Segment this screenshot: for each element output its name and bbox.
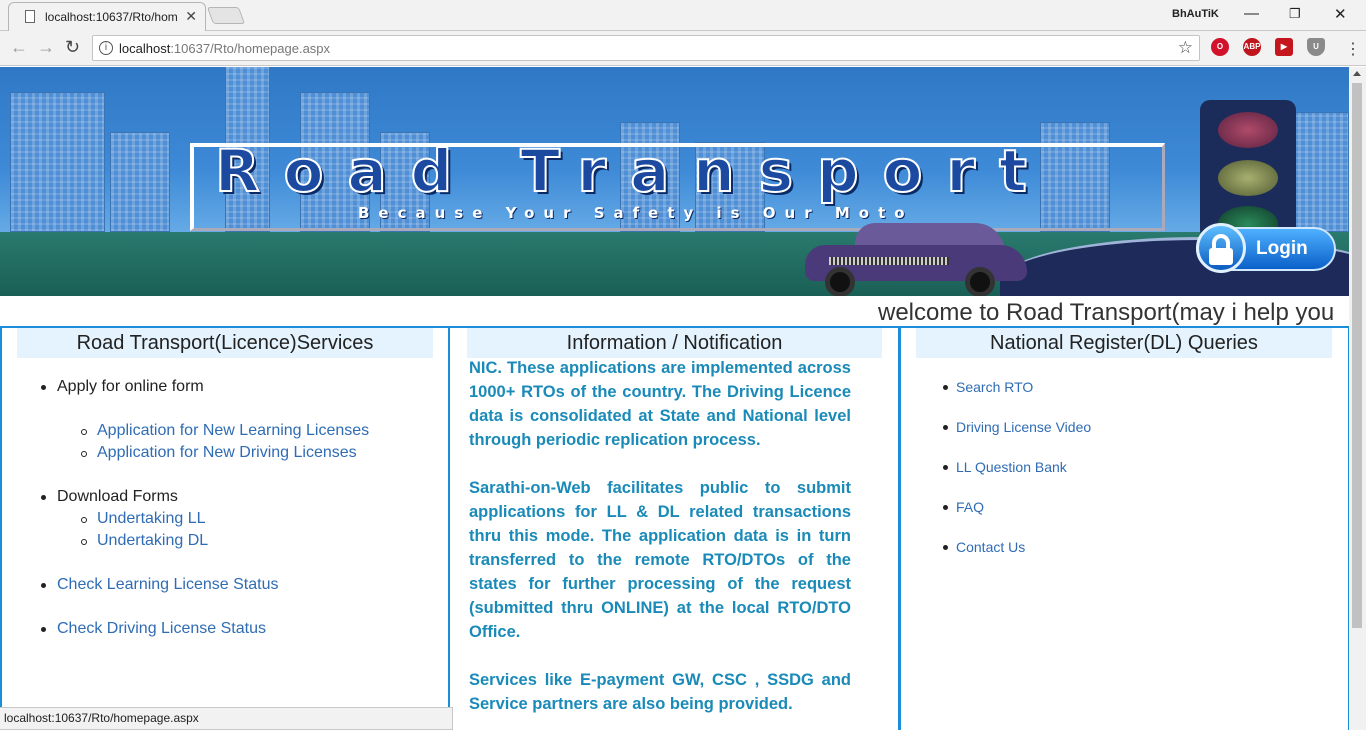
site-title: Road Transport [214, 136, 1051, 206]
bullet [81, 517, 87, 523]
reload-icon[interactable]: ↻ [65, 37, 80, 58]
notification-paragraph: NIC. These applications are implemented … [469, 359, 851, 449]
notification-heading: Information / Notification [467, 328, 882, 358]
close-window-icon[interactable]: ✕ [1334, 5, 1347, 23]
bullet [41, 583, 46, 588]
page-scrollbar[interactable] [1349, 67, 1366, 730]
bullet [41, 495, 46, 500]
new-learning-license-link[interactable]: Application for New Learning Licenses [97, 422, 369, 440]
scroll-up-icon[interactable] [1353, 71, 1361, 76]
page-icon [25, 10, 35, 23]
undertaking-dl-link[interactable]: Undertaking DL [97, 532, 208, 550]
notification-paragraph: Sarathi-on-Web facilitates public to sub… [469, 479, 851, 641]
notification-panel: Information / Notification NIC. These ap… [448, 326, 900, 730]
undertaking-ll-link[interactable]: Undertaking LL [97, 510, 206, 528]
building [110, 132, 170, 232]
contact-us-link[interactable]: Contact Us [956, 539, 1025, 555]
address-bar[interactable]: i localhost:10637/Rto/homepage.aspx ☆ [92, 35, 1200, 61]
shield-icon[interactable]: U [1307, 38, 1325, 56]
notification-text: NIC. These applications are implemented … [469, 356, 851, 730]
forward-icon[interactable]: → [37, 37, 55, 58]
bullet [41, 385, 46, 390]
lock-icon[interactable] [1196, 223, 1246, 273]
bullet [41, 627, 46, 632]
minimize-icon[interactable]: — [1244, 5, 1259, 22]
new-tab-button[interactable] [206, 7, 246, 24]
bullet [81, 451, 87, 457]
video-icon[interactable]: ▶ [1275, 38, 1293, 56]
building [1290, 112, 1349, 232]
status-bar: localhost:10637/Rto/homepage.aspx [0, 707, 453, 730]
welcome-marquee: welcome to Road Transport(may i help you [878, 299, 1335, 326]
back-icon[interactable]: ← [10, 37, 28, 58]
restore-icon[interactable]: ❐ [1289, 6, 1301, 22]
close-tab-icon[interactable]: ✕ [185, 8, 197, 25]
bullet [943, 545, 948, 550]
profile-name[interactable]: BhAuTiK [1172, 8, 1219, 20]
search-rto-link[interactable]: Search RTO [956, 379, 1033, 395]
browser-tab[interactable]: localhost:10637/Rto/hom ✕ [8, 2, 206, 32]
faq-link[interactable]: FAQ [956, 499, 984, 515]
queries-heading: National Register(DL) Queries [916, 328, 1332, 358]
services-heading: Road Transport(Licence)Services [17, 328, 433, 358]
bookmark-star-icon[interactable]: ☆ [1178, 38, 1193, 58]
notification-paragraph: Services like E-payment GW, CSC , SSDG a… [469, 671, 851, 713]
opera-icon[interactable]: O [1211, 38, 1229, 56]
bullet [81, 429, 87, 435]
services-panel: Road Transport(Licence)Services Apply fo… [0, 326, 451, 730]
tab-title: localhost:10637/Rto/hom [45, 10, 178, 24]
bullet [943, 425, 948, 430]
check-dl-status-link[interactable]: Check Driving License Status [57, 620, 266, 638]
adblock-icon[interactable]: ABP [1243, 38, 1261, 56]
toolbar: ← → ↻ i localhost:10637/Rto/homepage.asp… [0, 31, 1366, 66]
traffic-light [1200, 100, 1296, 242]
bullet [943, 385, 948, 390]
building [10, 92, 105, 232]
apply-online-label: Apply for online form [57, 378, 204, 395]
bullet [943, 505, 948, 510]
queries-panel: National Register(DL) Queries Search RTO… [899, 326, 1350, 730]
url-text[interactable]: localhost:10637/Rto/homepage.aspx [119, 41, 330, 56]
menu-icon[interactable]: ⋮ [1345, 39, 1361, 59]
info-icon[interactable]: i [99, 41, 113, 55]
driving-license-video-link[interactable]: Driving License Video [956, 419, 1091, 435]
ll-question-bank-link[interactable]: LL Question Bank [956, 459, 1067, 475]
bullet [81, 539, 87, 545]
check-ll-status-link[interactable]: Check Learning License Status [57, 576, 278, 594]
scrollbar-thumb[interactable] [1352, 83, 1362, 628]
car-illustration [805, 217, 1027, 296]
tab-strip: localhost:10637/Rto/hom ✕ BhAuTiK — ❐ ✕ [0, 0, 1366, 32]
bullet [943, 465, 948, 470]
site-banner: Road Transport Because Your Safety is Ou… [0, 67, 1349, 296]
new-driving-license-link[interactable]: Application for New Driving Licenses [97, 444, 357, 462]
download-forms-label: Download Forms [57, 488, 178, 505]
